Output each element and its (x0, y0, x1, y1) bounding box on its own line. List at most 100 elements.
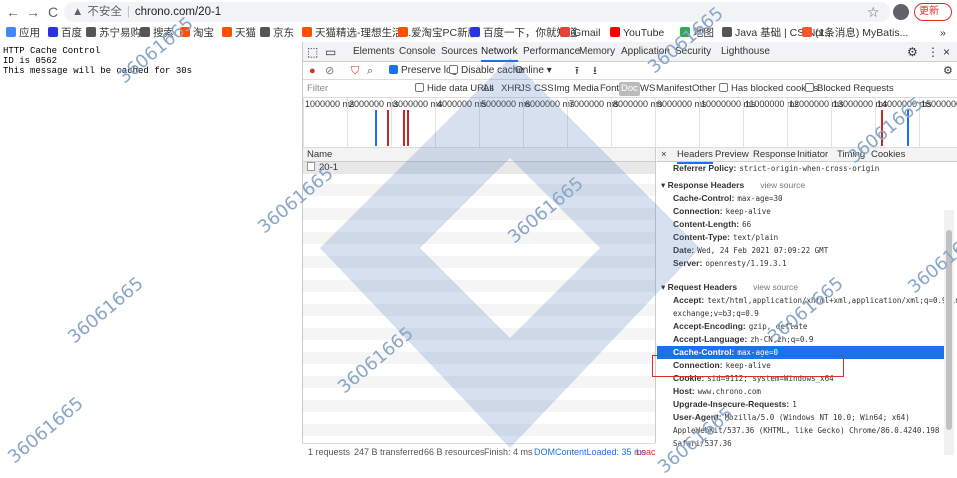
header-name: User-Agent: (673, 412, 722, 422)
header-row[interactable]: Connection: keep-alive (657, 205, 949, 218)
status-finish: Finish: 4 ms (484, 447, 533, 457)
export-har-icon[interactable]: ⭳ (593, 64, 597, 78)
network-settings-icon[interactable]: ⚙ (943, 64, 953, 78)
filter-type-font[interactable]: Font (600, 82, 619, 96)
filter-type-css[interactable]: CSS (534, 82, 554, 96)
tab-memory[interactable]: Memory (579, 42, 615, 62)
filter-input[interactable]: Filter (307, 82, 328, 96)
header-name: Accept-Encoding: (673, 321, 746, 331)
tab-sources[interactable]: Sources (441, 42, 478, 62)
back-button[interactable]: ← (4, 3, 22, 21)
request-headers-title[interactable]: ▾ Request Headers view source (657, 281, 949, 294)
status-requests: 1 requests (308, 447, 351, 457)
view-source-link[interactable]: view source (753, 282, 798, 292)
tab-application[interactable]: Application (621, 42, 670, 62)
filter-type-doc[interactable]: Doc (619, 82, 640, 96)
tab-network[interactable]: Network (481, 42, 518, 62)
response-headers-title[interactable]: ▾ Response Headers view source (657, 179, 949, 192)
header-row[interactable]: Accept: text/html,application/xhtml+xml,a… (657, 294, 957, 320)
bookmark-item[interactable]: 京东 (260, 26, 294, 40)
filter-type-img[interactable]: Img (554, 82, 570, 96)
header-row[interactable]: Content-Type: text/plain (657, 231, 949, 244)
tab-response[interactable]: Response (753, 148, 796, 162)
bookmark-favicon-icon (86, 27, 96, 37)
reload-button[interactable]: C (44, 3, 62, 21)
clear-icon[interactable]: ⊘ (325, 64, 334, 78)
bookmark-item[interactable]: YouTube (610, 26, 664, 40)
warning-icon: ▲ (72, 6, 84, 18)
timeline-overview[interactable]: 1000000 ms 2000000 ms 3000000 ms 4000000 ms… (303, 98, 957, 148)
header-row[interactable]: Cache-Control: max-age=30 (657, 192, 949, 205)
bookmark-item[interactable]: (1条消息) MyBatis... (802, 26, 908, 40)
header-row[interactable]: Content-Length: 66 (657, 218, 949, 231)
bookmark-item[interactable]: 淘宝 (180, 26, 214, 40)
tab-lighthouse[interactable]: Lighthouse (721, 42, 770, 62)
bookmark-favicon-icon (680, 27, 690, 37)
tab-performance[interactable]: Performance (523, 42, 580, 62)
filter-type-manifest[interactable]: Manifest (656, 82, 692, 96)
preserve-log-checkbox[interactable]: Preserve log (389, 64, 457, 78)
filter-icon[interactable]: ⛉ (351, 64, 359, 78)
record-icon[interactable]: ● (309, 64, 316, 78)
document-icon (307, 162, 315, 171)
import-har-icon[interactable]: ⭱ (575, 64, 579, 78)
header-row[interactable]: Accept-Encoding: gzip, deflate (657, 320, 949, 333)
bookmark-star-icon[interactable]: ☆ (867, 4, 880, 21)
filter-type-media[interactable]: Media (573, 82, 599, 96)
bookmark-item[interactable]: 爱淘宝PC新版 (398, 26, 478, 40)
filter-type-xhr[interactable]: XHR (501, 82, 521, 96)
header-row[interactable]: Host: www.chrono.com (657, 385, 949, 398)
forward-button[interactable]: → (24, 3, 42, 21)
disable-cache-checkbox[interactable]: Disable cache (449, 64, 524, 78)
inspect-icon[interactable]: ⬚ (307, 42, 318, 62)
header-name: Accept-Language: (673, 334, 748, 344)
tab-initiator[interactable]: Initiator (797, 148, 828, 162)
bookmark-item[interactable]: 苏宁易购 (86, 26, 141, 40)
header-row[interactable]: Server: openresty/1.19.3.1 (657, 257, 949, 270)
bookmark-item[interactable]: 天猫精选-理想生活... (302, 26, 411, 40)
bookmark-item[interactable]: Gmail (560, 26, 600, 40)
bookmark-label: 京东 (273, 27, 294, 39)
bookmark-item[interactable]: 应用 (6, 26, 40, 40)
bookmark-item[interactable]: 地图 (680, 26, 714, 40)
bookmark-item[interactable]: 搜索 (140, 26, 174, 40)
settings-icon[interactable]: ⚙ (907, 42, 918, 62)
more-icon[interactable]: ⋮ (927, 42, 939, 62)
filter-type-all[interactable]: All (483, 82, 494, 96)
header-row[interactable]: Accept-Language: zh-CN,zh;q=0.9 (657, 333, 949, 346)
request-list: Name 20-1 (303, 148, 656, 443)
name-column-header[interactable]: Name (303, 148, 655, 162)
close-icon[interactable]: × (943, 42, 950, 62)
tab-console[interactable]: Console (399, 42, 436, 62)
device-toggle-icon[interactable]: ▭ (325, 42, 336, 62)
has-blocked-cookies-checkbox[interactable]: Has blocked cookies (719, 82, 818, 96)
header-row[interactable]: User-Agent: Mozilla/5.0 (Windows NT 10.0;… (657, 411, 949, 450)
throttle-select[interactable]: Online ▾ (515, 64, 552, 78)
tab-timing[interactable]: Timing (837, 148, 865, 162)
filter-type-js[interactable]: JS (520, 82, 531, 96)
tab-security[interactable]: Security (675, 42, 711, 62)
request-row[interactable]: 20-1 (303, 162, 655, 174)
header-row[interactable]: Date: Wed, 24 Feb 2021 07:09:22 GMT (657, 244, 949, 257)
bookmark-item[interactable]: 百度 (48, 26, 82, 40)
view-source-link[interactable]: view source (760, 180, 805, 190)
filter-type-other[interactable]: Other (692, 82, 716, 96)
url-input[interactable]: ▲ 不安全 | chrono.com/20-1 (64, 2, 890, 22)
update-button[interactable]: 更新 (914, 3, 952, 21)
header-row[interactable]: Upgrade-Insecure-Requests: 1 (657, 398, 949, 411)
close-detail-icon[interactable]: × (661, 148, 667, 162)
bookmark-label: YouTube (623, 27, 665, 39)
filter-type-ws[interactable]: WS (640, 82, 655, 96)
scrollbar-thumb[interactable] (946, 230, 952, 430)
profile-avatar[interactable] (893, 4, 909, 20)
bookmarks-overflow-icon[interactable]: » (940, 26, 946, 40)
blocked-requests-checkbox[interactable]: Blocked Requests (805, 82, 894, 96)
bookmark-favicon-icon (802, 27, 812, 37)
bookmark-item[interactable]: 天猫 (222, 26, 256, 40)
tab-cookies[interactable]: Cookies (871, 148, 905, 162)
tab-elements[interactable]: Elements (353, 42, 395, 62)
timeline-gridline (523, 98, 524, 147)
tab-preview[interactable]: Preview (715, 148, 749, 162)
search-icon[interactable]: ⌕ (367, 64, 373, 78)
scrollbar[interactable] (944, 210, 954, 455)
